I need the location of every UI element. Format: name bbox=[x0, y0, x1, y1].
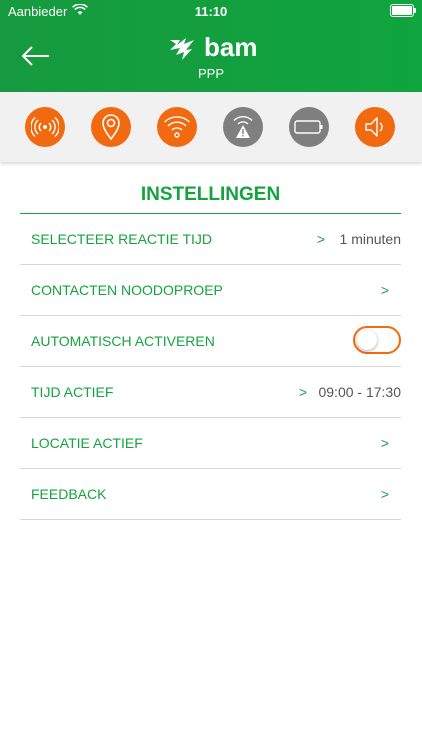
setting-feedback[interactable]: FEEDBACK > bbox=[20, 469, 401, 520]
chevron-right-icon: > bbox=[298, 384, 307, 400]
status-time: 11:10 bbox=[194, 4, 228, 19]
location-pin-icon bbox=[102, 114, 120, 141]
setting-label: SELECTEER REACTIE TIJD bbox=[31, 231, 213, 247]
setting-label: TIJD ACTIEF bbox=[31, 384, 114, 400]
battery-status-icon bbox=[390, 4, 416, 17]
setting-emergency-contacts[interactable]: CONTACTEN NOODOPROEP > bbox=[20, 265, 401, 316]
location-status[interactable] bbox=[91, 107, 131, 147]
chevron-right-icon: > bbox=[380, 282, 389, 298]
app-subtitle: PPP bbox=[197, 66, 224, 81]
setting-label: FEEDBACK bbox=[31, 486, 107, 502]
setting-auto-activate: AUTOMATISCH ACTIVEREN bbox=[20, 316, 401, 367]
speaker-icon bbox=[365, 117, 383, 137]
chevron-right-icon: > bbox=[316, 231, 325, 247]
status-icon-bar bbox=[0, 92, 422, 162]
chevron-right-icon: > bbox=[380, 486, 389, 502]
network-warning-status[interactable] bbox=[223, 107, 263, 147]
settings-list: SELECTEER REACTIE TIJD > 1 minuten CONTA… bbox=[20, 214, 401, 520]
sound-status[interactable] bbox=[355, 107, 395, 147]
setting-location-active[interactable]: LOCATIE ACTIEF > bbox=[20, 418, 401, 469]
bam-logo-mark-icon bbox=[170, 38, 194, 60]
alarm-broadcast-icon bbox=[31, 116, 59, 138]
chevron-right-icon: > bbox=[380, 435, 389, 451]
setting-reaction-time[interactable]: SELECTEER REACTIE TIJD > 1 minuten bbox=[20, 214, 401, 265]
wifi-status[interactable] bbox=[157, 107, 197, 147]
setting-label: LOCATIE ACTIEF bbox=[31, 435, 143, 451]
brand-name: bam bbox=[204, 32, 258, 62]
setting-value: 1 minuten bbox=[339, 231, 401, 247]
page-title: INSTELLINGEN bbox=[140, 184, 281, 205]
status-bar: Aanbieder 11:10 bbox=[0, 0, 422, 22]
battery-status[interactable] bbox=[289, 107, 329, 147]
wifi-icon bbox=[164, 116, 190, 138]
alarm-broadcast-status[interactable] bbox=[25, 107, 65, 147]
battery-icon bbox=[294, 120, 323, 134]
app-header: Aanbieder 11:10 bam PPP bbox=[0, 0, 422, 92]
setting-label: AUTOMATISCH ACTIVEREN bbox=[31, 333, 215, 349]
auto-activate-toggle[interactable] bbox=[353, 326, 401, 354]
no-signal-warning-icon bbox=[233, 116, 253, 138]
setting-active-time[interactable]: TIJD ACTIEF > 09:00 - 17:30 bbox=[20, 367, 401, 418]
bam-logo: bam bbox=[168, 32, 258, 62]
toggle-knob bbox=[357, 330, 377, 350]
setting-value: 09:00 - 17:30 bbox=[318, 384, 401, 400]
setting-label: CONTACTEN NOODOPROEP bbox=[31, 282, 223, 298]
